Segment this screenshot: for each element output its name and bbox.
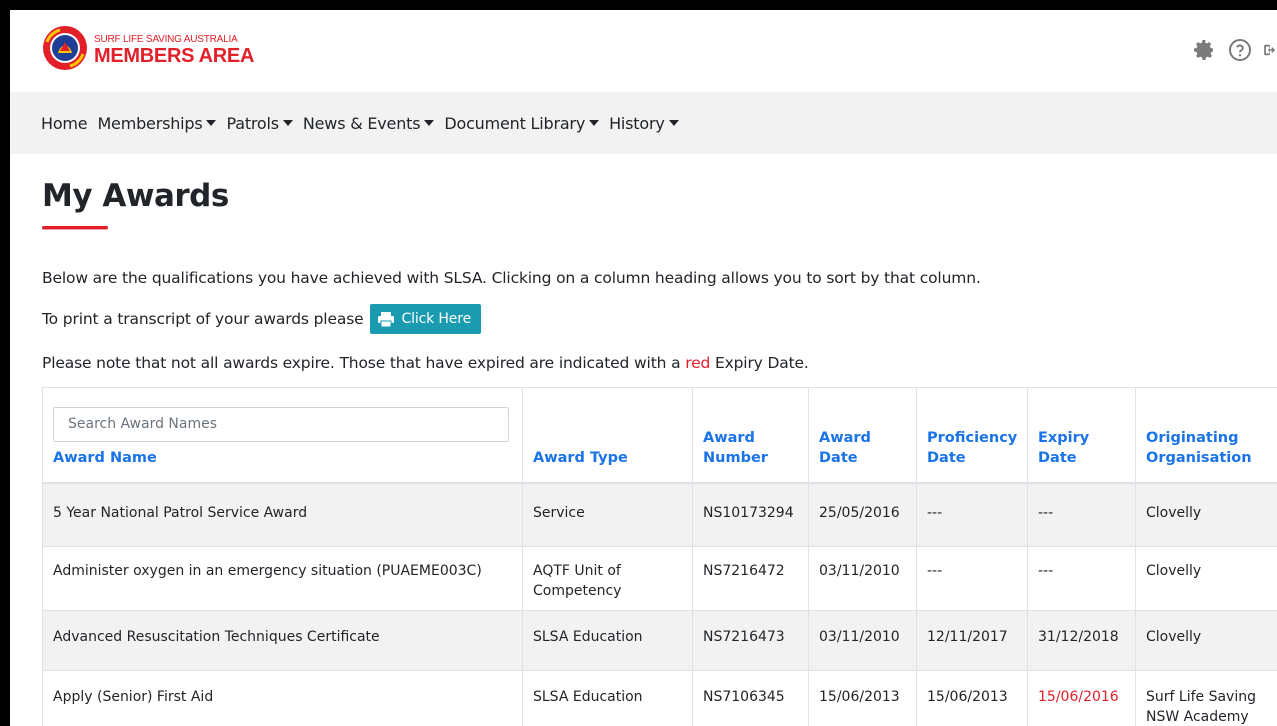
cell-award-name: Advanced Resuscitation Techniques Certif… xyxy=(42,609,523,671)
cell-originating-org: Surf Life Saving NSW Academy xyxy=(1135,669,1277,726)
print-button-label: Click Here xyxy=(401,311,472,327)
header-org-line2: Organisation xyxy=(1146,449,1252,466)
title-underline xyxy=(42,226,108,229)
cell-award-date: 03/11/2010 xyxy=(808,545,917,611)
header-originating-organisation[interactable]: Originating Organisation xyxy=(1135,387,1277,484)
cell-award-number: NS7216472 xyxy=(692,545,809,611)
header-award-date[interactable]: Award Date xyxy=(808,387,917,484)
nav-document-library-label: Document Library xyxy=(444,113,586,133)
header-proficiency-line2: Date xyxy=(927,449,966,466)
nav-home[interactable]: Home xyxy=(41,113,88,133)
table-row[interactable]: Administer oxygen in an emergency situat… xyxy=(42,545,1277,611)
caret-down-icon xyxy=(589,120,600,126)
print-transcript-button[interactable]: Click Here xyxy=(369,304,482,334)
cell-expiry-date: 15/06/2016 xyxy=(1027,669,1136,726)
help-icon[interactable] xyxy=(1227,37,1253,63)
header-award-name-label: Award Name xyxy=(53,449,157,466)
note-before: Please note that not all awards expire. … xyxy=(42,354,686,372)
cell-award-number: NS7106345 xyxy=(692,669,809,726)
nav-home-label: Home xyxy=(41,113,88,133)
cell-expiry-date: --- xyxy=(1027,482,1136,547)
note-after: Expiry Date. xyxy=(710,354,809,372)
cell-originating-org: Clovelly xyxy=(1135,609,1277,671)
nav-history[interactable]: History xyxy=(609,114,679,133)
brand-subtitle: SURF LIFE SAVING AUSTRALIA xyxy=(94,34,238,45)
caret-down-icon xyxy=(424,120,435,126)
cell-award-type: AQTF Unit of Competency xyxy=(522,545,693,611)
cell-award-name: 5 Year National Patrol Service Award xyxy=(42,482,523,547)
cell-expiry-date: --- xyxy=(1027,545,1136,611)
header-proficiency-date[interactable]: Proficiency Date xyxy=(916,387,1028,484)
header-award-date-line1: Award xyxy=(819,429,871,446)
table-row[interactable]: 5 Year National Patrol Service Award Ser… xyxy=(42,482,1277,547)
search-input[interactable]: Search Award Names xyxy=(53,406,509,442)
awards-table-wrap: Search Award Names Award Name Award Type… xyxy=(42,387,1277,726)
cell-award-number: NS7216473 xyxy=(692,609,809,671)
header-award-number-line2: Number xyxy=(703,449,768,466)
cell-award-date: 25/05/2016 xyxy=(808,482,917,547)
table-header-row: Search Award Names Award Name Award Type… xyxy=(42,387,1277,484)
header-expiry-line2: Date xyxy=(1038,449,1077,466)
brand-title: MEMBERS AREA xyxy=(94,45,255,67)
header-award-number[interactable]: Award Number xyxy=(692,387,809,484)
cell-award-type: Service xyxy=(522,482,693,547)
logout-icon[interactable] xyxy=(1263,37,1277,63)
main-nav: Home Memberships Patrols News & Events D… xyxy=(10,92,1277,154)
expiry-note: Please note that not all awards expire. … xyxy=(42,354,809,372)
print-text: To print a transcript of your awards ple… xyxy=(42,310,364,328)
cell-originating-org: Clovelly xyxy=(1135,545,1277,611)
print-line: To print a transcript of your awards ple… xyxy=(42,304,482,334)
cell-expiry-date: 31/12/2018 xyxy=(1027,609,1136,671)
table-row[interactable]: Apply (Senior) First Aid SLSA Education … xyxy=(42,669,1277,726)
nav-history-label: History xyxy=(609,113,665,133)
header-expiry-line1: Expiry xyxy=(1038,429,1090,446)
intro-text: Below are the qualifications you have ac… xyxy=(42,269,981,287)
cell-award-date: 15/06/2013 xyxy=(808,669,917,726)
header-award-name[interactable]: Search Award Names Award Name xyxy=(42,387,523,484)
cell-award-name: Apply (Senior) First Aid xyxy=(42,669,523,726)
table-row[interactable]: Advanced Resuscitation Techniques Certif… xyxy=(42,609,1277,671)
cell-proficiency-date: --- xyxy=(916,482,1028,547)
caret-down-icon xyxy=(206,120,217,126)
header-award-type[interactable]: Award Type xyxy=(522,387,693,484)
header-org-line1: Originating xyxy=(1146,429,1239,446)
nav-document-library[interactable]: Document Library xyxy=(444,113,600,133)
awards-table: Search Award Names Award Name Award Type… xyxy=(42,387,1277,726)
cell-award-type: SLSA Education xyxy=(522,669,693,726)
cell-proficiency-date: 12/11/2017 xyxy=(916,609,1028,671)
header-icons xyxy=(1191,37,1277,63)
header-proficiency-line1: Proficiency xyxy=(927,429,1018,446)
header: SURF LIFE SAVING AUSTRALIA MEMBERS AREA xyxy=(10,10,1277,92)
note-red-word: red xyxy=(685,354,711,372)
nav-memberships[interactable]: Memberships xyxy=(97,113,217,133)
caret-down-icon xyxy=(282,120,293,126)
header-award-number-line1: Award xyxy=(703,429,755,446)
slsa-logo[interactable] xyxy=(42,25,88,71)
cell-award-type: SLSA Education xyxy=(522,609,693,671)
nav-memberships-label: Memberships xyxy=(97,113,203,133)
cell-originating-org: Clovelly xyxy=(1135,482,1277,547)
cell-proficiency-date: --- xyxy=(916,545,1028,611)
header-expiry-date[interactable]: Expiry Date xyxy=(1027,387,1136,484)
page-title: My Awards xyxy=(42,178,229,214)
printer-icon xyxy=(377,311,394,327)
nav-news-events[interactable]: News & Events xyxy=(302,113,435,133)
header-award-date-line2: Date xyxy=(819,449,858,466)
cell-award-name: Administer oxygen in an emergency situat… xyxy=(42,545,523,611)
caret-down-icon xyxy=(668,120,679,126)
nav-patrols-label: Patrols xyxy=(226,113,279,133)
nav-news-events-label: News & Events xyxy=(302,113,421,133)
cell-award-date: 03/11/2010 xyxy=(808,609,917,671)
nav-patrols[interactable]: Patrols xyxy=(226,113,293,133)
gear-icon[interactable] xyxy=(1191,37,1217,63)
brand[interactable]: SURF LIFE SAVING AUSTRALIA MEMBERS AREA xyxy=(94,34,254,67)
cell-proficiency-date: 15/06/2013 xyxy=(916,669,1028,726)
cell-award-number: NS10173294 xyxy=(692,482,809,547)
page: SURF LIFE SAVING AUSTRALIA MEMBERS AREA xyxy=(10,10,1277,726)
